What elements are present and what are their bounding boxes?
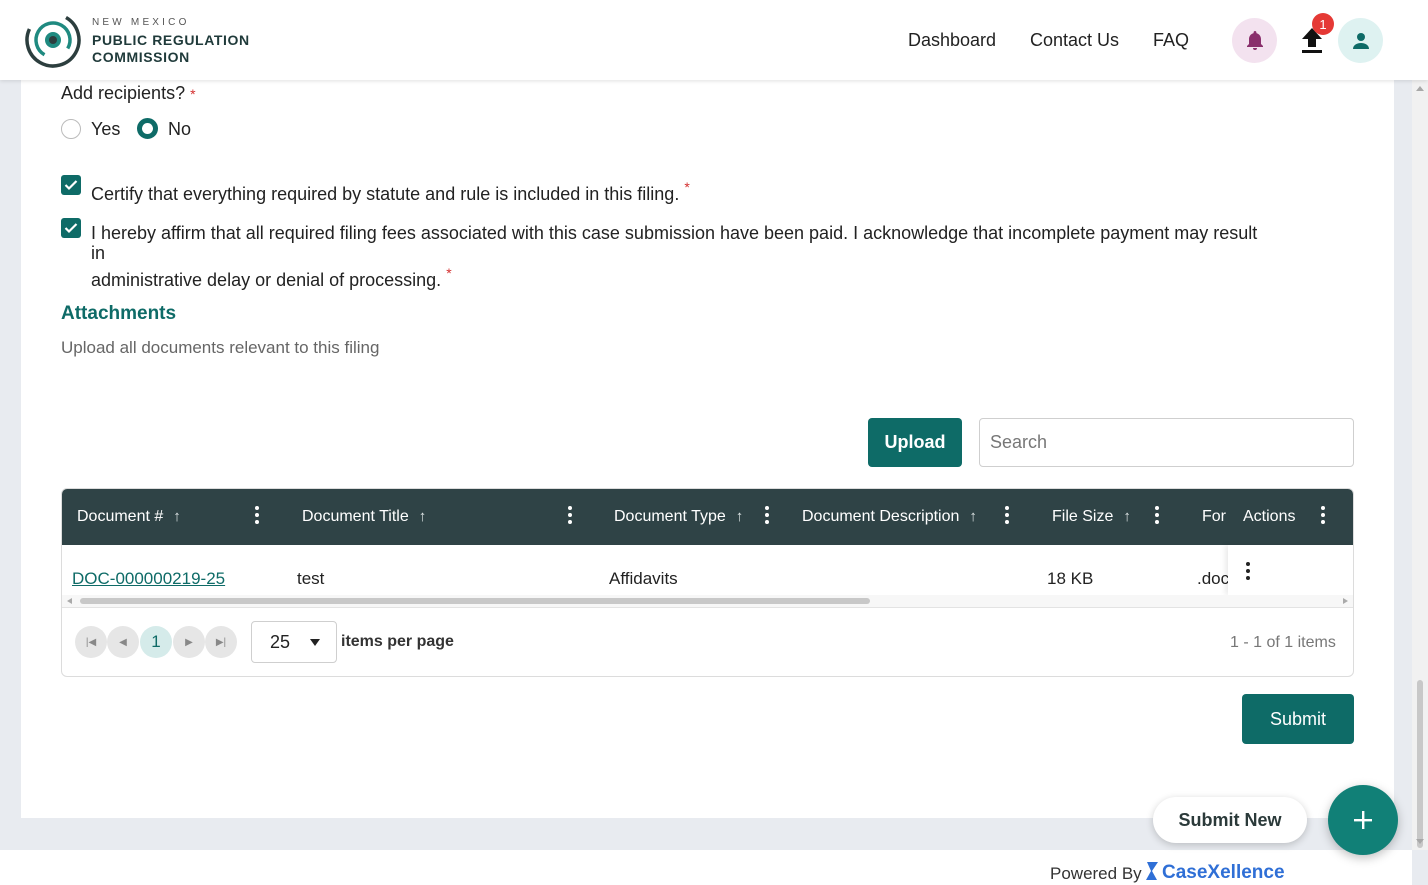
radio-no[interactable] bbox=[137, 118, 158, 139]
sort-up-icon: ↑ bbox=[418, 508, 427, 525]
format-cell: .doc bbox=[1197, 569, 1229, 588]
next-page-icon: ▶ bbox=[185, 636, 193, 648]
page-size-select[interactable]: 25 bbox=[251, 621, 337, 663]
column-menu-icon[interactable] bbox=[1320, 506, 1326, 526]
affirm-checkbox[interactable] bbox=[61, 218, 81, 238]
prc-logo[interactable]: NEW MEXICO PUBLIC REGULATION COMMISSION bbox=[24, 10, 264, 72]
last-page-icon: ▶| bbox=[215, 636, 227, 648]
upload-button[interactable]: Upload bbox=[868, 418, 962, 467]
scroll-right-icon[interactable] bbox=[1343, 598, 1348, 604]
column-menu-icon[interactable] bbox=[1154, 506, 1160, 526]
radio-yes-label[interactable]: Yes bbox=[91, 119, 120, 140]
logo-name-line1: PUBLIC REGULATION bbox=[92, 32, 250, 48]
last-page-button[interactable]: ▶| bbox=[205, 626, 237, 658]
page-number-button[interactable]: 1 bbox=[140, 626, 172, 658]
casexellence-brand[interactable]: CaseXellence bbox=[1162, 862, 1285, 884]
row-actions-menu-icon[interactable] bbox=[1245, 562, 1251, 582]
logo-state-text: NEW MEXICO bbox=[92, 17, 190, 28]
col-header-document-type[interactable]: Document Type ↑ bbox=[614, 508, 743, 526]
nav-faq[interactable]: FAQ bbox=[1153, 30, 1189, 51]
certify-text: Certify that everything required by stat… bbox=[91, 184, 680, 204]
pager-summary: 1 - 1 of 1 items bbox=[1230, 634, 1336, 651]
checkmark-icon bbox=[64, 223, 78, 234]
col-header-document-title[interactable]: Document Title ↑ bbox=[302, 508, 426, 526]
col-header-document-number[interactable]: Document # ↑ bbox=[77, 508, 181, 526]
sort-up-icon: ↑ bbox=[735, 508, 744, 525]
chevron-down-icon bbox=[310, 639, 320, 646]
doc-type-cell: Affidavits bbox=[609, 569, 678, 588]
affirm-text-line2-wrap: administrative delay or denial of proces… bbox=[91, 263, 1271, 290]
casexellence-logo-icon bbox=[1146, 862, 1158, 880]
prev-page-button[interactable]: ◀ bbox=[107, 626, 139, 658]
logo-name-line2: COMMISSION bbox=[92, 49, 190, 65]
first-page-button[interactable]: |◀ bbox=[75, 626, 107, 658]
column-menu-icon[interactable] bbox=[254, 506, 260, 526]
items-per-page-label: items per page bbox=[341, 633, 454, 650]
required-asterisk: * bbox=[684, 179, 690, 195]
scroll-thumb[interactable] bbox=[80, 598, 870, 604]
required-asterisk: * bbox=[446, 265, 452, 281]
user-avatar-button[interactable] bbox=[1338, 18, 1383, 63]
nav-contact-us[interactable]: Contact Us bbox=[1030, 30, 1119, 51]
nav-dashboard[interactable]: Dashboard bbox=[908, 30, 996, 51]
page-scroll-thumb[interactable] bbox=[1417, 680, 1423, 848]
scroll-down-icon[interactable] bbox=[1416, 839, 1424, 844]
bell-icon bbox=[1246, 30, 1263, 50]
certify-label: Certify that everything required by stat… bbox=[91, 179, 690, 205]
checkmark-icon bbox=[64, 180, 78, 191]
prev-page-icon: ◀ bbox=[119, 636, 127, 648]
user-icon bbox=[1352, 32, 1369, 49]
documents-grid: Document # ↑ Document Title ↑ Document Typ… bbox=[61, 488, 1354, 677]
next-page-button[interactable]: ▶ bbox=[173, 626, 205, 658]
scroll-left-icon[interactable] bbox=[67, 598, 72, 604]
radio-yes[interactable] bbox=[61, 119, 81, 139]
doc-title-cell: test bbox=[297, 569, 325, 588]
scroll-up-icon[interactable] bbox=[1416, 86, 1424, 91]
affirm-text-line1: I hereby affirm that all required filing… bbox=[91, 223, 1258, 263]
col-header-file-size[interactable]: File Size ↑ bbox=[1052, 508, 1131, 526]
col-header-format[interactable]: For bbox=[1202, 508, 1226, 526]
sort-up-icon: ↑ bbox=[1123, 508, 1131, 525]
required-asterisk: * bbox=[190, 86, 196, 102]
notifications-button[interactable] bbox=[1232, 18, 1277, 63]
powered-by-text: Powered By bbox=[1050, 864, 1142, 883]
col-header-document-description[interactable]: Document Description ↑ bbox=[802, 508, 977, 526]
logo-name: PUBLIC REGULATION COMMISSION bbox=[92, 32, 250, 66]
certify-checkbox[interactable] bbox=[61, 175, 81, 195]
search-input[interactable] bbox=[979, 418, 1354, 467]
column-menu-icon[interactable] bbox=[764, 506, 770, 526]
logo-mark-icon bbox=[25, 12, 81, 68]
first-page-icon: |◀ bbox=[85, 636, 97, 648]
doc-number-link[interactable]: DOC-000000219-25 bbox=[72, 569, 225, 589]
attachments-subtitle: Upload all documents relevant to this fi… bbox=[61, 338, 380, 357]
top-header: NEW MEXICO PUBLIC REGULATION COMMISSION … bbox=[0, 0, 1428, 80]
col-header-actions: Actions bbox=[1243, 508, 1296, 525]
add-fab-button[interactable] bbox=[1328, 785, 1398, 855]
submit-button[interactable]: Submit bbox=[1242, 694, 1354, 744]
file-size-cell: 18 KB bbox=[1047, 569, 1094, 588]
upload-count-badge: 1 bbox=[1312, 13, 1334, 35]
column-menu-icon[interactable] bbox=[1004, 506, 1010, 526]
plus-icon bbox=[1354, 811, 1372, 829]
attachments-title: Attachments bbox=[61, 303, 177, 324]
row-actions-cell bbox=[1228, 545, 1353, 595]
grid-header: Document # ↑ Document Title ↑ Document Typ… bbox=[62, 489, 1353, 545]
sort-up-icon: ↑ bbox=[969, 508, 977, 525]
sort-up-icon: ↑ bbox=[173, 508, 181, 525]
column-menu-icon[interactable] bbox=[567, 506, 573, 526]
recipients-question: Add recipients? * bbox=[61, 83, 196, 104]
page-scrollbar[interactable] bbox=[1412, 80, 1428, 850]
pager-divider bbox=[62, 607, 1353, 608]
affirm-text-line2: administrative delay or denial of proces… bbox=[91, 270, 442, 290]
page-size-value: 25 bbox=[270, 632, 291, 652]
radio-no-label[interactable]: No bbox=[168, 119, 191, 140]
horizontal-scrollbar[interactable] bbox=[62, 595, 1353, 607]
submit-new-button[interactable]: Submit New bbox=[1153, 797, 1307, 843]
recipients-question-text: Add recipients? bbox=[61, 83, 186, 103]
affirm-label: I hereby affirm that all required filing… bbox=[91, 223, 1271, 290]
